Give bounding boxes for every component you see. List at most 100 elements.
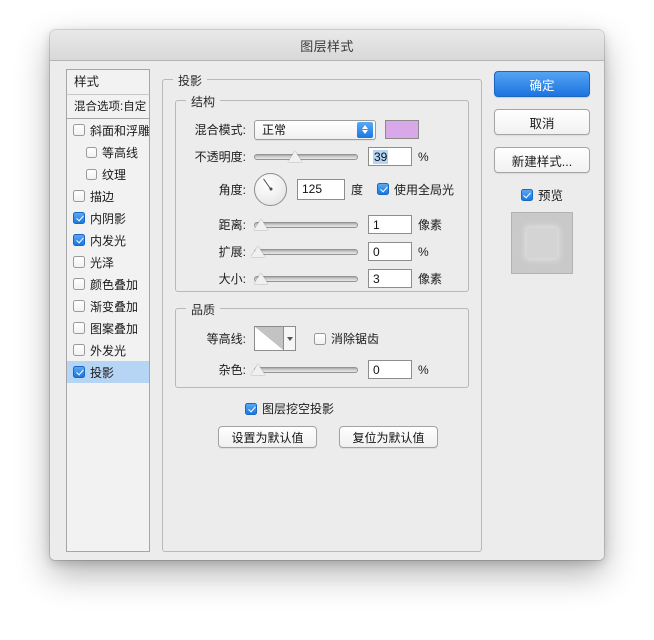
slider-thumb[interactable] [288, 151, 302, 163]
sidebar-item-gradient-overlay[interactable]: 渐变叠加 [67, 295, 149, 317]
effect-checkbox[interactable] [86, 146, 97, 158]
spread-unit: % [418, 244, 429, 259]
sidebar-header[interactable]: 样式 [66, 69, 150, 94]
slider-thumb[interactable] [254, 219, 268, 231]
sidebar-item-stroke[interactable]: 描边 [67, 185, 149, 207]
angle-unit: 度 [351, 182, 364, 197]
effect-label: 渐变叠加 [90, 299, 139, 314]
blend-mode-select[interactable]: 正常 [254, 119, 376, 140]
dialog-titlebar[interactable]: 图层样式 [50, 30, 604, 61]
size-input[interactable]: 3 [368, 269, 412, 288]
effect-checkbox[interactable] [73, 212, 85, 224]
effect-label: 光泽 [90, 255, 115, 270]
effect-checkbox[interactable] [73, 278, 85, 290]
angle-dial[interactable] [254, 172, 287, 206]
spread-slider[interactable] [254, 244, 358, 260]
sidebar-item-pattern-overlay[interactable]: 图案叠加 [67, 317, 149, 339]
reset-default-button[interactable]: 复位为默认值 [339, 426, 438, 448]
global-light-checkbox-row[interactable]: 使用全局光 [377, 181, 454, 198]
spread-value: 0 [373, 244, 380, 259]
contour-preset-picker[interactable] [254, 326, 296, 351]
blend-mode-row: 混合模式: 正常 [184, 119, 460, 140]
opacity-unit: % [418, 149, 429, 164]
dial-hub [269, 187, 272, 191]
set-default-button[interactable]: 设置为默认值 [218, 426, 317, 448]
sidebar-item-color-overlay[interactable]: 颜色叠加 [67, 273, 149, 295]
preview-checkbox-row[interactable]: 预览 [494, 185, 590, 204]
preview-thumbnail [511, 212, 573, 274]
antialias-checkbox[interactable] [314, 332, 326, 345]
sidebar-item-texture[interactable]: 纹理 [67, 163, 149, 185]
effect-checkbox[interactable] [73, 300, 85, 312]
sidebar-item-outer-glow[interactable]: 外发光 [67, 339, 149, 361]
sidebar-item-inner-glow[interactable]: 内发光 [67, 229, 149, 251]
distance-input[interactable]: 1 [368, 215, 412, 234]
angle-row: 角度: 125 度 使用全局光 [184, 171, 460, 207]
angle-input[interactable]: 125 [297, 178, 345, 200]
distance-value: 1 [373, 217, 380, 232]
cancel-button[interactable]: 取消 [494, 109, 590, 135]
contour-curve-thumbnail [255, 327, 283, 350]
contour-row: 等高线: 消除锯齿 [184, 325, 460, 352]
antialias-label: 消除锯齿 [331, 332, 380, 346]
structure-group-title: 结构 [186, 93, 221, 110]
global-light-label: 使用全局光 [394, 182, 455, 197]
dialog-title: 图层样式 [300, 38, 354, 54]
slider-thumb[interactable] [251, 364, 265, 376]
antialias-checkbox-row[interactable]: 消除锯齿 [314, 330, 379, 347]
noise-value: 0 [373, 362, 380, 377]
effect-checkbox[interactable] [73, 234, 85, 246]
effect-label: 纹理 [102, 167, 127, 182]
effect-checkbox[interactable] [73, 366, 85, 378]
new-style-button[interactable]: 新建样式... [494, 147, 590, 173]
size-unit: 像素 [418, 272, 443, 286]
opacity-input[interactable]: 39 [368, 147, 412, 166]
spread-label: 扩展: [218, 245, 246, 259]
effect-checkbox[interactable] [73, 322, 85, 334]
screen: 图层样式 样式 混合选项:自定 斜面和浮雕 等高线 纹理 描边 内阴影 内发光 … [0, 0, 654, 640]
spread-input[interactable]: 0 [368, 242, 412, 261]
effect-checkbox[interactable] [73, 124, 85, 136]
sidebar-item-bevel-emboss[interactable]: 斜面和浮雕 [67, 119, 149, 141]
sidebar-item-inner-shadow[interactable]: 内阴影 [67, 207, 149, 229]
global-light-checkbox[interactable] [377, 183, 390, 195]
size-slider[interactable] [254, 271, 358, 287]
sidebar-item-drop-shadow[interactable]: 投影 [67, 361, 149, 383]
distance-row: 距离: 1 像素 [184, 214, 460, 235]
noise-label: 杂色: [218, 363, 246, 377]
shadow-color-swatch[interactable] [385, 120, 419, 139]
effect-label: 内阴影 [90, 211, 127, 226]
distance-label: 距离: [218, 218, 246, 232]
opacity-slider[interactable] [254, 149, 358, 165]
effect-checkbox[interactable] [73, 344, 85, 356]
knockout-label: 图层挖空投影 [262, 402, 335, 416]
contour-label: 等高线: [206, 332, 246, 346]
size-value: 3 [373, 271, 380, 286]
effects-list: 斜面和浮雕 等高线 纹理 描边 内阴影 内发光 光泽 颜色叠加 渐变叠加 图案叠… [66, 119, 150, 552]
chevron-down-icon[interactable] [283, 327, 295, 350]
noise-unit: % [418, 362, 429, 377]
slider-thumb[interactable] [251, 246, 265, 258]
angle-value: 125 [302, 182, 323, 196]
effect-checkbox[interactable] [73, 190, 85, 202]
slider-thumb[interactable] [254, 273, 268, 285]
sidebar-item-blending-options[interactable]: 混合选项:自定 [66, 94, 150, 119]
preview-checkbox[interactable] [520, 188, 533, 201]
knockout-checkbox[interactable] [245, 402, 257, 415]
effect-checkbox[interactable] [73, 256, 85, 268]
distance-slider[interactable] [254, 217, 358, 233]
noise-slider[interactable] [254, 362, 358, 378]
drop-shadow-group-title: 投影 [173, 72, 208, 89]
knockout-checkbox-row[interactable]: 图层挖空投影 [245, 400, 334, 417]
noise-input[interactable]: 0 [368, 360, 412, 379]
ok-button[interactable]: 确定 [494, 71, 590, 97]
sidebar-item-contour[interactable]: 等高线 [67, 141, 149, 163]
effect-checkbox[interactable] [86, 168, 97, 180]
quality-group: 品质 等高线: 消除锯齿 杂色: 0 % [175, 301, 469, 388]
structure-group: 结构 混合模式: 正常 不透明度: 39 % 角度: 125 度 使用全局光 距… [175, 93, 469, 292]
quality-group-title: 品质 [186, 301, 221, 318]
drop-shadow-group: 投影 结构 混合模式: 正常 不透明度: 39 % 角度: 125 度 使用全局… [162, 72, 482, 552]
sidebar-item-satin[interactable]: 光泽 [67, 251, 149, 273]
blend-mode-label: 混合模式: [194, 123, 246, 137]
preview-shape [527, 228, 557, 258]
